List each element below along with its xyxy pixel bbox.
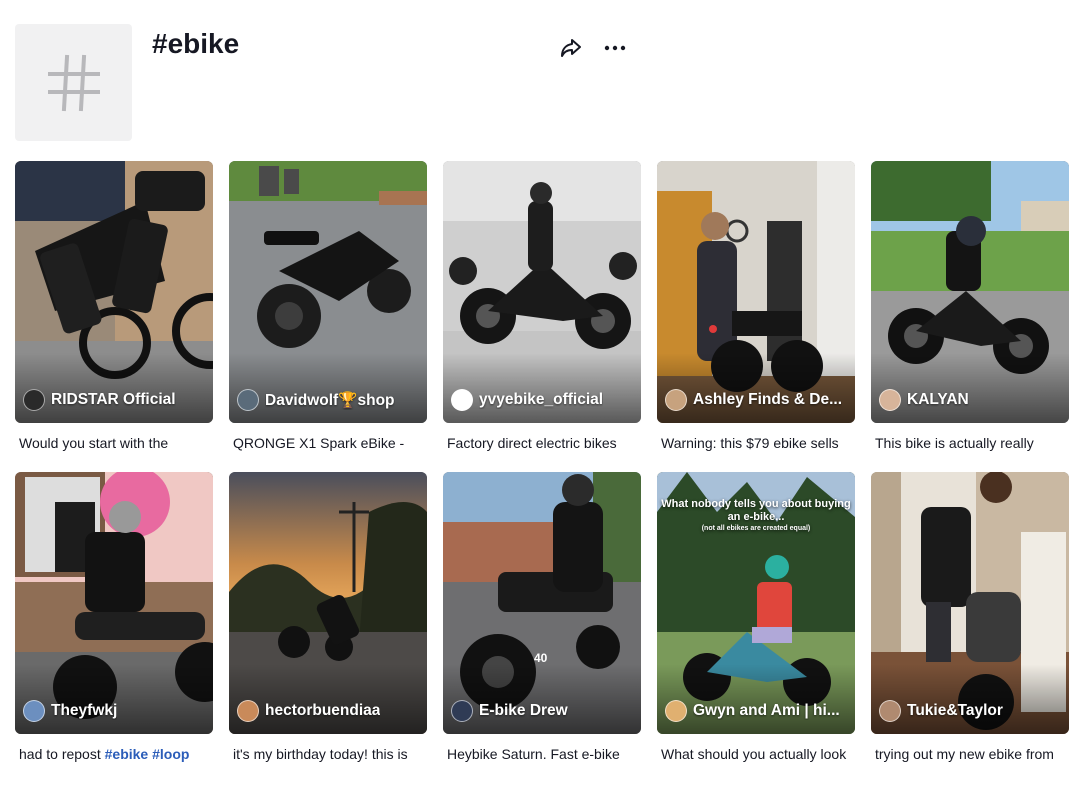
- video-card[interactable]: 40 E-bike Drew Heybike Saturn. Fast e-bi…: [443, 472, 641, 764]
- author-avatar: [237, 700, 259, 722]
- video-caption[interactable]: QRONGE X1 Spark eBike -: [233, 433, 427, 453]
- more-button[interactable]: [603, 36, 627, 60]
- speed-readout: 40: [534, 651, 548, 665]
- video-thumbnail[interactable]: hectorbuendiaa: [229, 472, 427, 734]
- video-card[interactable]: KALYAN This bike is actually really: [871, 161, 1069, 453]
- video-caption[interactable]: it's my birthday today! this is: [233, 744, 427, 764]
- author-avatar: [23, 700, 45, 722]
- video-author[interactable]: Davidwolf🏆shop: [237, 389, 419, 411]
- video-card[interactable]: hectorbuendiaa it's my birthday today! t…: [229, 472, 427, 764]
- hashtag-header: #ebike: [15, 24, 1065, 142]
- video-card[interactable]: What nobody tells you about buying an e-…: [657, 472, 855, 764]
- video-author[interactable]: yvyebike_official: [451, 389, 633, 411]
- video-caption[interactable]: This bike is actually really: [875, 433, 1069, 453]
- hashtag-link[interactable]: #loop: [152, 746, 189, 762]
- author-avatar: [451, 700, 473, 722]
- video-caption[interactable]: had to repost #ebike #loop: [19, 744, 213, 764]
- video-author[interactable]: Theyfwkj: [23, 700, 205, 722]
- video-overlay-text: What nobody tells you about buying an e-…: [661, 498, 851, 523]
- video-thumbnail[interactable]: Tukie&Taylor: [871, 472, 1069, 734]
- video-card[interactable]: Ashley Finds & De... Warning: this $79 e…: [657, 161, 855, 453]
- video-card[interactable]: yvyebike_official Factory direct electri…: [443, 161, 641, 453]
- video-author[interactable]: E-bike Drew: [451, 700, 633, 722]
- video-author[interactable]: RIDSTAR Official: [23, 389, 205, 411]
- hashtag-icon: [47, 54, 100, 111]
- share-button[interactable]: [559, 36, 583, 60]
- video-card[interactable]: Tukie&Taylor trying out my new ebike fro…: [871, 472, 1069, 764]
- video-author[interactable]: Tukie&Taylor: [879, 700, 1061, 722]
- video-thumbnail[interactable]: What nobody tells you about buying an e-…: [657, 472, 855, 734]
- video-author[interactable]: Gwyn and Ami | hi...: [665, 700, 847, 722]
- video-thumbnail[interactable]: 40 E-bike Drew: [443, 472, 641, 734]
- header-actions: [559, 36, 627, 60]
- video-caption[interactable]: Warning: this $79 ebike sells: [661, 433, 855, 453]
- video-caption[interactable]: Factory direct electric bikes: [447, 433, 641, 453]
- share-icon: [561, 39, 581, 57]
- more-icon: [604, 45, 626, 51]
- video-thumbnail[interactable]: Ashley Finds & De...: [657, 161, 855, 423]
- page-title: #ebike: [152, 28, 240, 59]
- video-card[interactable]: RIDSTAR Official Would you start with th…: [15, 161, 213, 453]
- video-author[interactable]: Ashley Finds & De...: [665, 389, 847, 411]
- video-thumbnail[interactable]: Theyfwkj: [15, 472, 213, 734]
- video-thumbnail[interactable]: yvyebike_official: [443, 161, 641, 423]
- author-avatar: [451, 389, 473, 411]
- video-caption[interactable]: What should you actually look: [661, 744, 855, 764]
- hashtag-link[interactable]: #ebike: [105, 746, 149, 762]
- video-thumbnail[interactable]: Davidwolf🏆shop: [229, 161, 427, 423]
- video-thumbnail[interactable]: RIDSTAR Official: [15, 161, 213, 423]
- author-avatar: [665, 389, 687, 411]
- video-card[interactable]: Theyfwkj had to repost #ebike #loop: [15, 472, 213, 764]
- author-avatar: [879, 700, 901, 722]
- video-card[interactable]: Davidwolf🏆shop QRONGE X1 Spark eBike -: [229, 161, 427, 453]
- video-grid: RIDSTAR Official Would you start with th…: [15, 161, 1069, 764]
- video-author[interactable]: KALYAN: [879, 389, 1061, 411]
- author-avatar: [237, 389, 259, 411]
- video-author[interactable]: hectorbuendiaa: [237, 700, 419, 722]
- video-caption[interactable]: trying out my new ebike from: [875, 744, 1069, 764]
- video-caption[interactable]: Heybike Saturn. Fast e-bike: [447, 744, 641, 764]
- video-overlay-subtext: (not all ebikes are created equal): [701, 525, 811, 532]
- video-thumbnail[interactable]: KALYAN: [871, 161, 1069, 423]
- author-avatar: [23, 389, 45, 411]
- author-avatar: [879, 389, 901, 411]
- video-caption[interactable]: Would you start with the: [19, 433, 213, 453]
- hashtag-avatar: [15, 24, 132, 141]
- author-avatar: [665, 700, 687, 722]
